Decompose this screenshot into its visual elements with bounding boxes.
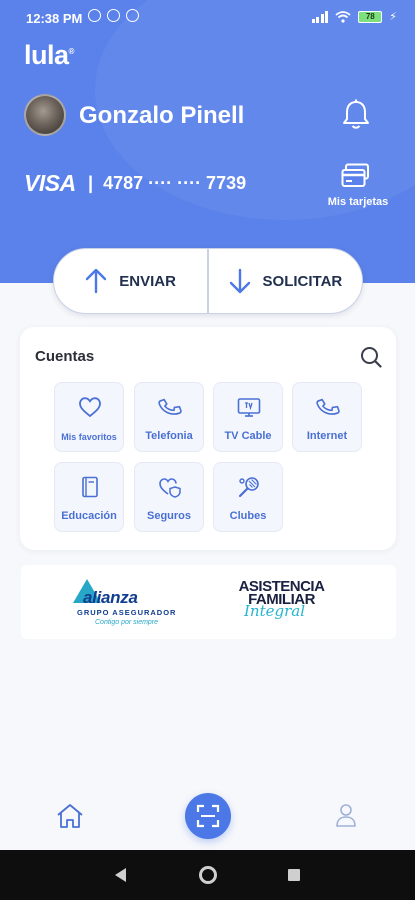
- phone-icon: [158, 398, 182, 415]
- avatar[interactable]: [24, 94, 66, 136]
- bottom-navigation: [0, 780, 415, 850]
- tile-label: Telefonia: [145, 430, 193, 442]
- tile-mis-favoritos[interactable]: Mis favoritos: [54, 382, 124, 452]
- tile-internet[interactable]: Internet: [292, 382, 362, 452]
- bell-icon[interactable]: [340, 98, 372, 132]
- home-icon[interactable]: [56, 803, 84, 829]
- tile-label: Educación: [61, 510, 117, 522]
- accounts-title: Cuentas: [35, 348, 95, 365]
- accounts-panel: Cuentas Mis favoritos Telefonia TV Cable…: [20, 327, 396, 550]
- cards-icon[interactable]: [341, 163, 371, 189]
- scan-icon: [196, 804, 220, 828]
- tile-telefonia[interactable]: Telefonia: [134, 382, 204, 452]
- status-right: 78 ⚡: [311, 10, 397, 23]
- action-buttons: ENVIAR SOLICITAR: [53, 248, 363, 314]
- scan-button[interactable]: [185, 793, 231, 839]
- user-name: Gonzalo Pinell: [79, 102, 245, 129]
- tile-label: Seguros: [146, 510, 191, 522]
- wifi-icon: [335, 10, 351, 23]
- tile-label: Clubes: [229, 510, 267, 522]
- request-label: SOLICITAR: [262, 272, 343, 290]
- card-brand: VISA: [24, 170, 76, 196]
- back-icon[interactable]: [115, 868, 126, 882]
- heart-icon: [79, 397, 101, 418]
- status-time: 12:38 PM: [26, 11, 83, 26]
- request-button[interactable]: SOLICITAR: [209, 249, 362, 313]
- alianza-name: alianza: [83, 588, 138, 607]
- arrow-up-icon: [86, 268, 107, 294]
- system-navigation-bar: [0, 850, 415, 900]
- app-logo: lula®: [24, 40, 74, 70]
- tile-educacion[interactable]: Educación: [54, 462, 124, 532]
- tile-label: TV Cable: [224, 430, 272, 442]
- asistencia-line3: Integral: [244, 602, 306, 620]
- alianza-logo[interactable]: alianza GRUPO ASEGURADOR Contigo por sie…: [73, 579, 193, 627]
- racket-icon: [238, 477, 259, 498]
- send-button[interactable]: ENVIAR: [54, 249, 207, 313]
- alianza-slogan: Contigo por siempre: [95, 619, 159, 626]
- arrow-down-icon: [229, 268, 250, 294]
- tile-seguros[interactable]: Seguros: [134, 462, 204, 532]
- send-label: ENVIAR: [119, 272, 176, 290]
- status-notification-icons: [88, 9, 139, 22]
- tv-icon: [237, 398, 261, 417]
- signal-icon: [311, 10, 329, 23]
- partners-banner[interactable]: alianza GRUPO ASEGURADOR Contigo por sie…: [21, 565, 396, 639]
- status-bar: 12:38 PM 78 ⚡: [0, 0, 415, 34]
- battery-icon: 78: [358, 10, 383, 23]
- tile-label: Internet: [306, 430, 348, 442]
- home-circle-icon[interactable]: [199, 866, 217, 884]
- asistencia-logo[interactable]: ASISTENCIA FAMILIAR Integral: [214, 579, 349, 628]
- notification-icon: [126, 9, 139, 22]
- book-icon: [82, 476, 98, 498]
- phone-icon: [316, 398, 340, 415]
- tile-tv-cable[interactable]: TV Cable: [213, 382, 283, 452]
- search-icon[interactable]: [360, 346, 382, 368]
- tile-label: Mis favoritos: [61, 432, 117, 442]
- notification-icon: [107, 9, 120, 22]
- my-cards-link[interactable]: Mis tarjetas: [318, 196, 398, 208]
- shield-heart-icon: [159, 478, 181, 498]
- user-icon[interactable]: [335, 803, 357, 827]
- recent-apps-icon[interactable]: [288, 869, 300, 881]
- tile-clubes[interactable]: Clubes: [213, 462, 283, 532]
- card-number: | 4787 ···· ···· 7739: [88, 173, 247, 193]
- alianza-subtitle: GRUPO ASEGURADOR: [77, 608, 177, 617]
- charging-icon: ⚡: [389, 11, 397, 23]
- alarm-icon: [88, 9, 101, 22]
